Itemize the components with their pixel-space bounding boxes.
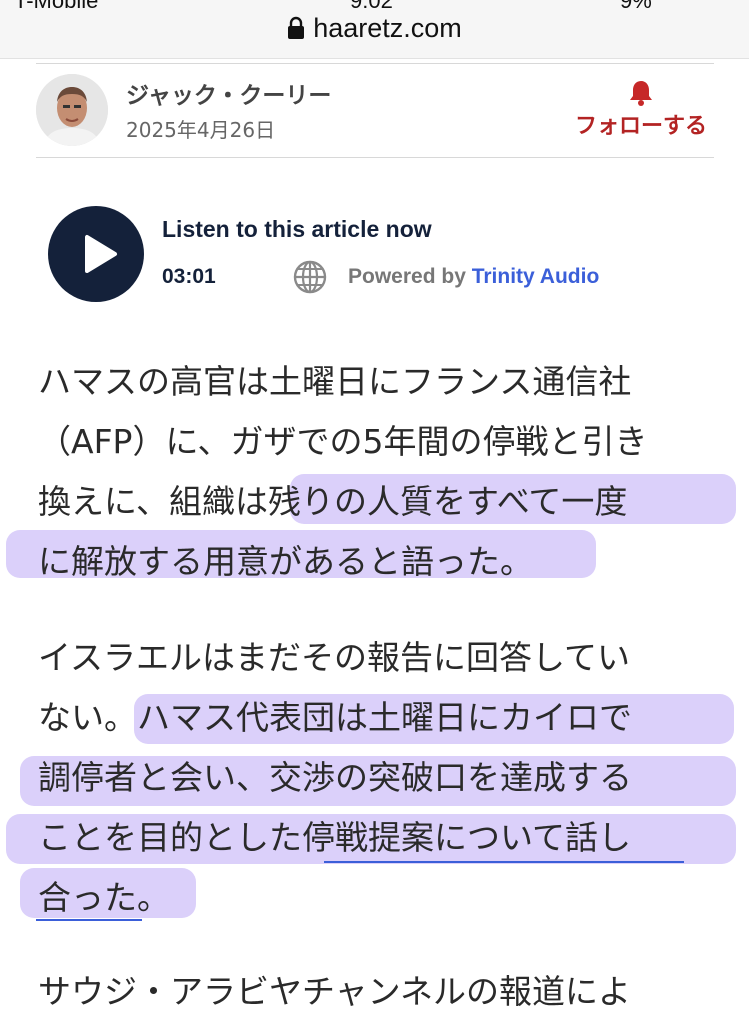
paragraph-line[interactable]: ことを目的とした停戦提案について話し — [38, 808, 728, 868]
paragraph-line: イスラエルはまだその報告に回答してい — [38, 638, 631, 677]
follow-label: フォローする — [574, 114, 707, 139]
divider-bottom — [36, 157, 714, 158]
follow-button[interactable]: フォローする — [566, 78, 716, 140]
trinity-audio-link[interactable]: Trinity Audio — [472, 265, 600, 288]
globe-icon — [293, 260, 327, 294]
paragraph-line: ハマスの高官は土曜日にフランス通信社 — [38, 362, 632, 401]
play-icon — [85, 235, 117, 273]
paragraph-line: に解放する用意があると語った。 — [38, 542, 533, 581]
lock-icon — [288, 16, 305, 39]
article-paragraph-1: ハマスの高官は土曜日にフランス通信社 （AFP）に、ガザでの5年間の停戦と引き … — [38, 352, 728, 592]
ceasefire-link-underline[interactable] — [36, 919, 142, 921]
paragraph-line: サウジ・アラビヤチャンネルの報道によ — [38, 972, 632, 1011]
powered-by: Powered by Trinity Audio — [348, 265, 599, 289]
powered-by-label: Powered by — [348, 265, 466, 288]
paragraph-line: （AFP）に、ガザでの5年間の停戦と引き — [38, 422, 648, 461]
paragraph-line: ない。ハマス代表団は土曜日にカイロで — [38, 698, 632, 737]
paragraph-line: 換えに、組織は残りの人質をすべて一度 — [38, 482, 628, 521]
divider-top — [36, 63, 714, 64]
url-text: haaretz.com — [313, 12, 462, 43]
audio-duration: 03:01 — [162, 265, 216, 288]
publish-date: 2025年4月26日 — [126, 118, 276, 142]
article-paragraph-2: イスラエルはまだその報告に回答してい ない。ハマス代表団は土曜日にカイロで 調停… — [38, 628, 728, 928]
avatar-image — [36, 74, 108, 146]
browser-bar: T-Mobile 9:02 9% haaretz.com — [0, 0, 749, 59]
play-button[interactable] — [48, 206, 144, 302]
avatar[interactable] — [36, 74, 108, 146]
author-name[interactable]: ジャック・クーリー — [126, 76, 331, 110]
paragraph-line: 調停者と会い、交渉の突破口を達成する — [38, 758, 632, 797]
article-paragraph-3: サウジ・アラビヤチャンネルの報道によ — [38, 962, 728, 1022]
bell-icon — [630, 81, 652, 106]
audio-title: Listen to this article now — [162, 216, 432, 242]
address-bar[interactable]: haaretz.com — [0, 10, 749, 46]
ceasefire-link-underline[interactable] — [324, 861, 684, 863]
